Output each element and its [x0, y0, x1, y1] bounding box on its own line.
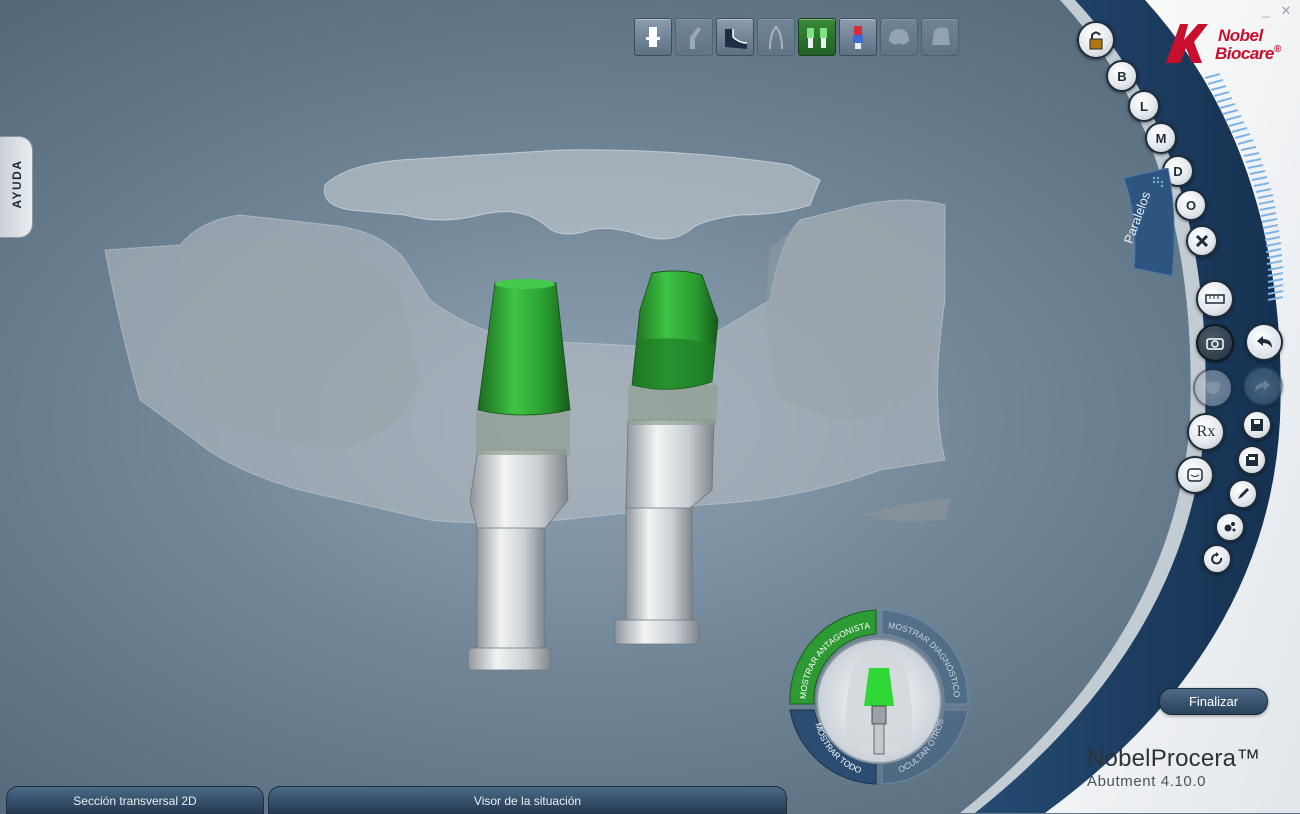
case-button[interactable] [1176, 456, 1214, 494]
app-version: Abutment 4.10.0 [1087, 773, 1207, 790]
refresh-icon [1211, 552, 1223, 565]
show-all-label[interactable]: MOSTRAR TODO [813, 722, 863, 776]
jaw-right-lobe [766, 210, 930, 420]
implant-right [614, 270, 719, 645]
tab-situation-viewer[interactable]: Visor de la situación [268, 786, 787, 814]
save-icon [1251, 419, 1263, 431]
screenshot-button[interactable] [1196, 324, 1234, 362]
undo-icon [1257, 336, 1272, 348]
prescription-button[interactable]: Rx [1187, 413, 1225, 451]
visibility-dial-labels: MOSTRAR ANTAGONISTA MOSTRAR DIAGNÓSTICO … [798, 620, 962, 776]
svg-text:MOSTRAR TODO: MOSTRAR TODO [813, 722, 863, 776]
reset-view-icon [1195, 234, 1209, 248]
nobel-biocare-logo: Nobel Biocare® [1158, 14, 1288, 74]
undo-button[interactable] [1245, 323, 1283, 361]
points-button[interactable] [1215, 512, 1245, 542]
crown-angled-icon [932, 27, 950, 45]
crown-icon [889, 29, 909, 45]
tooth-icon [1206, 381, 1220, 394]
double-abutment-button[interactable] [798, 18, 836, 56]
finalize-button[interactable]: Finalizar [1159, 688, 1268, 715]
tooth-button[interactable] [1193, 368, 1233, 408]
tab-2d-cross-section[interactable]: Sección transversal 2D [6, 786, 264, 814]
visibility-selector: MOSTRAR ANTAGONISTA MOSTRAR DIAGNÓSTICO … [784, 606, 974, 786]
ruler-icon [1205, 294, 1225, 304]
hide-others-label[interactable]: OCULTAR OTROS [897, 717, 946, 774]
tooth-outline-icon [769, 25, 783, 50]
view-m-button[interactable]: M [1145, 122, 1177, 154]
svg-text:OCULTAR OTROS: OCULTAR OTROS [897, 717, 946, 774]
case-icon [1187, 468, 1203, 482]
points-icon [1224, 522, 1236, 532]
view-b-button[interactable]: B [1106, 60, 1138, 92]
parallels-tab[interactable]: Paralelos [1120, 167, 1176, 278]
measure-button[interactable] [1196, 280, 1234, 318]
save-as-button[interactable] [1237, 445, 1267, 475]
brand-mark-icon [1166, 24, 1208, 63]
lock-icon [1089, 31, 1103, 50]
3d-viewport[interactable] [0, 0, 1300, 813]
pen-icon [1238, 488, 1249, 499]
scan-fragment [860, 498, 950, 522]
implant-icon [646, 27, 660, 47]
save-as-icon [1246, 454, 1258, 466]
lock-button[interactable] [1077, 21, 1115, 59]
view-l-button[interactable]: L [1128, 90, 1160, 122]
show-diagnostic-label[interactable]: MOSTRAR DIAGNÓSTICO [888, 620, 962, 698]
antagonist-model [323, 149, 821, 240]
svg-text:MOSTRAR DIAGNÓSTICO: MOSTRAR DIAGNÓSTICO [888, 620, 962, 698]
angled-abutment-icon [690, 27, 701, 49]
help-tab-label: AYUDA [10, 159, 24, 209]
help-tab[interactable]: AYUDA [0, 136, 33, 238]
refresh-button[interactable] [1202, 544, 1232, 574]
svg-text:MOSTRAR ANTAGONISTA: MOSTRAR ANTAGONISTA [798, 620, 871, 699]
abutment-color-icon [853, 26, 863, 49]
abutment-color-button[interactable] [839, 18, 877, 56]
redo-button[interactable] [1243, 366, 1283, 406]
camera-icon [1206, 338, 1224, 350]
show-antagonist-label[interactable]: MOSTRAR ANTAGONISTA [798, 620, 871, 699]
abutment-profile-button[interactable] [716, 18, 754, 56]
view-o-button[interactable]: O [1175, 189, 1207, 221]
save-button[interactable] [1242, 410, 1272, 440]
double-abutment-icon [807, 28, 827, 48]
tooth-outline-button[interactable] [757, 18, 795, 56]
app-name: NobelProcera™ [1087, 745, 1261, 772]
implant-view-button[interactable] [634, 18, 672, 56]
angled-abutment-button[interactable] [675, 18, 713, 56]
brand-name-line2: Biocare® [1215, 44, 1281, 63]
brand-name-line1: Nobel [1218, 26, 1263, 45]
crown-button[interactable] [880, 18, 918, 56]
reset-view-button[interactable] [1186, 225, 1218, 257]
dental-scene [104, 149, 950, 671]
crown-angled-button[interactable] [921, 18, 959, 56]
redo-icon [1255, 380, 1270, 392]
abutment-profile-icon [725, 29, 748, 49]
pen-button[interactable] [1228, 479, 1258, 509]
